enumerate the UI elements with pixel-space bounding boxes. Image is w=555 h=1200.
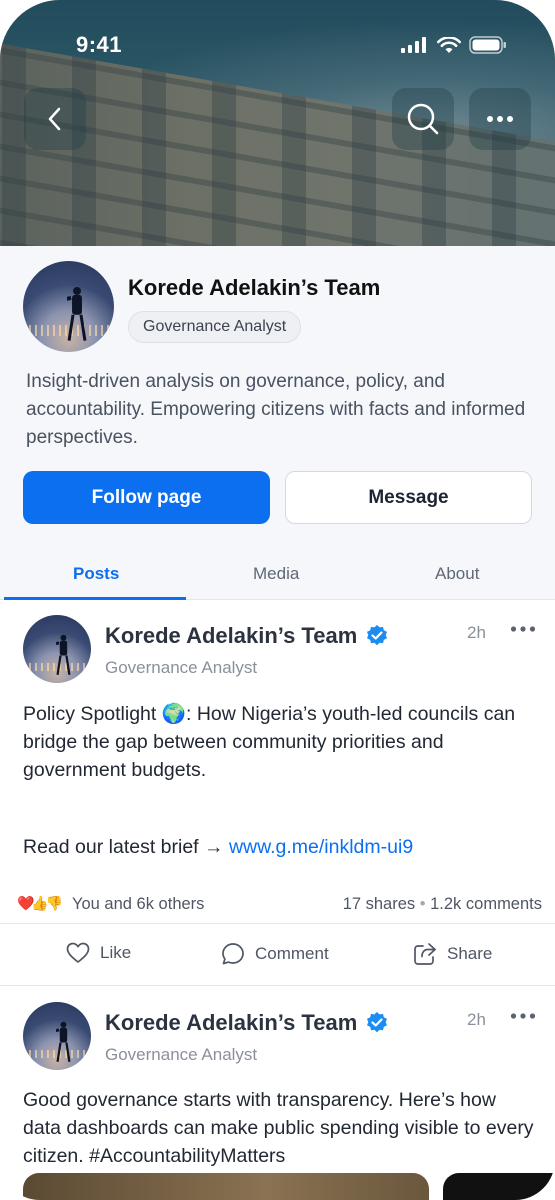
post-avatar[interactable] — [23, 615, 91, 683]
status-time: 9:41 — [76, 32, 123, 57]
reactions-count[interactable]: You and 6k others — [72, 895, 204, 914]
active-tab-indicator — [4, 597, 186, 600]
tab-about[interactable]: About — [435, 564, 479, 584]
post-timestamp: 2h — [467, 1010, 486, 1029]
photographer-silhouette — [55, 1021, 71, 1062]
post-author[interactable]: Korede Adelakin’s Team — [105, 1010, 389, 1036]
post-card: Korede Adelakin’s Team Governance Analys… — [0, 601, 555, 988]
wifi-icon — [437, 36, 461, 53]
cover-photo: 9:41 — [0, 0, 555, 246]
post-card: Korede Adelakin’s Team Governance Analys… — [0, 988, 555, 1200]
follow-page-button[interactable]: Follow page — [23, 471, 270, 524]
status-bar: 9:41 — [0, 30, 555, 60]
page-bio: Insight-driven analysis on governance, p… — [26, 371, 526, 448]
page-title: Korede Adelakin’s Team — [128, 275, 381, 300]
avatar[interactable] — [23, 261, 114, 352]
phone-screen: 9:41 Korede Adelakin’s Team Governance A… — [0, 0, 555, 1200]
post-media-image[interactable] — [443, 1173, 555, 1200]
like-button[interactable]: Like — [66, 942, 131, 964]
post-body: Policy Spotlight 🌍: How Nigeria’s youth-… — [23, 703, 516, 781]
share-label: Share — [447, 944, 493, 963]
profile-section: Korede Adelakin’s Team Governance Analys… — [0, 246, 555, 600]
profile-tabs: Posts Media About — [0, 554, 555, 600]
chevron-left-icon — [48, 107, 61, 131]
share-comment-counts[interactable]: 17 shares • 1.2k comments — [343, 895, 542, 914]
verified-badge-icon — [367, 625, 388, 646]
message-button[interactable]: Message — [285, 471, 532, 524]
reaction-icons[interactable]: ❤️👍👎 — [17, 895, 63, 912]
shares-count: 17 shares — [342, 895, 416, 913]
post-media-image[interactable] — [23, 1173, 429, 1200]
photographer-silhouette — [66, 287, 87, 342]
battery-icon — [469, 36, 506, 54]
search-icon — [407, 103, 439, 135]
comments-count: 1.2k comments — [430, 895, 542, 913]
more-horizontal-icon — [487, 116, 513, 122]
comment-icon — [222, 943, 244, 965]
photographer-silhouette — [55, 634, 71, 675]
post-body: Good governance starts with transparency… — [23, 1089, 534, 1167]
verified-badge-icon — [367, 1012, 388, 1033]
post-link-line: Read our latest brief → www.g.me/inkldm-… — [23, 833, 538, 861]
post-actions: Like Comment Share — [0, 923, 555, 986]
comment-button[interactable]: Comment — [221, 942, 329, 966]
tab-media[interactable]: Media — [253, 564, 299, 584]
search-button[interactable] — [392, 88, 454, 150]
share-icon — [414, 943, 436, 965]
more-button[interactable] — [469, 88, 531, 150]
share-button[interactable]: Share — [413, 942, 492, 966]
post-link[interactable]: www.g.me/inkldm-ui9 — [229, 836, 413, 858]
post-stats: ❤️👍👎 You and 6k others 17 shares • 1.2k … — [17, 893, 542, 917]
heart-icon — [66, 942, 90, 963]
post-author-role: Governance Analyst — [105, 1045, 258, 1064]
comment-label: Comment — [255, 944, 329, 963]
like-label: Like — [100, 943, 132, 962]
post-author-name: Korede Adelakin’s Team — [105, 623, 358, 648]
post-timestamp: 2h — [467, 623, 486, 642]
post-more-icon[interactable] — [510, 625, 536, 633]
post-avatar[interactable] — [23, 1002, 91, 1070]
post-author-name: Korede Adelakin’s Team — [105, 1010, 358, 1035]
post-more-icon[interactable] — [510, 1012, 536, 1020]
post-author[interactable]: Korede Adelakin’s Team — [105, 623, 389, 649]
back-button[interactable] — [24, 88, 86, 150]
signal-icon — [401, 37, 426, 53]
post-link-prefix: Read our latest brief → — [23, 836, 229, 858]
post-author-role: Governance Analyst — [105, 658, 258, 677]
role-badge: Governance Analyst — [128, 311, 302, 343]
tab-posts[interactable]: Posts — [73, 564, 119, 584]
